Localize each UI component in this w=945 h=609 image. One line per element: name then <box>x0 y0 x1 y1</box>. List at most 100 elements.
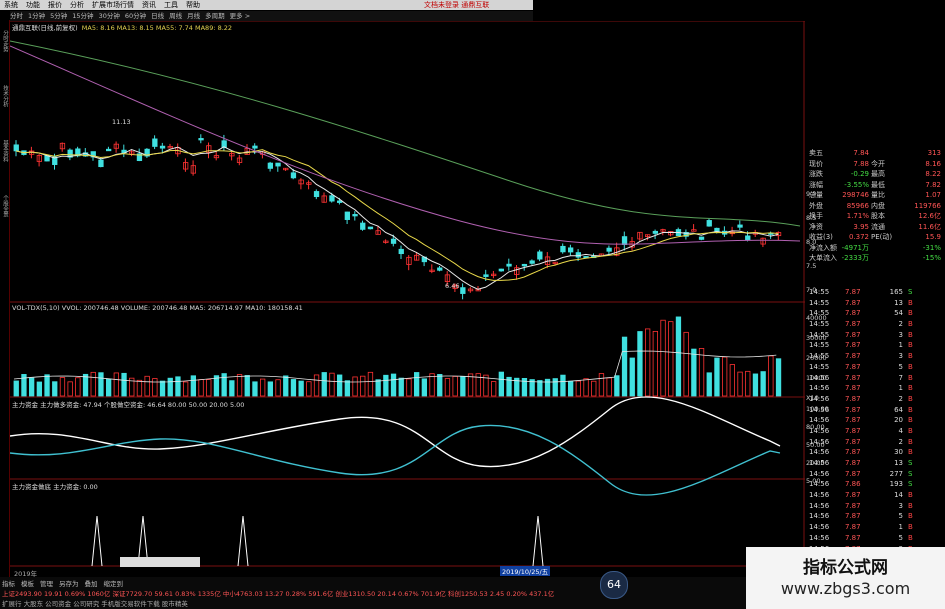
signal-label: 主力资金做底 主力资金: 0.00 <box>12 483 98 491</box>
tick-price: 7.87 <box>845 309 861 318</box>
timeframe-tab-7[interactable]: 周线 <box>169 12 182 20</box>
volume-bar <box>437 373 443 397</box>
volume-bar <box>452 376 458 397</box>
volume-bar <box>198 379 204 397</box>
left-tab-2[interactable]: 基本资料 <box>0 140 9 162</box>
tick-dir: B <box>908 341 913 350</box>
tick-time: 14:56 <box>809 501 830 510</box>
bottom-tab-5[interactable]: 缩定到 <box>104 580 124 588</box>
bottom-tab-1[interactable]: 模板 <box>21 580 34 588</box>
timeframe-tab-2[interactable]: 5分钟 <box>50 12 67 20</box>
candle <box>159 145 166 149</box>
volume-bar <box>583 378 589 397</box>
tick-list[interactable]: 14:55 7.87 165 S 14:55 7.87 13 B 14:55 7.87 54 B 14:… <box>805 287 945 576</box>
menu-item-4[interactable]: 扩展市场行情 <box>92 1 134 9</box>
candle <box>290 172 297 179</box>
volume-bar <box>152 378 158 397</box>
tick-price: 7.87 <box>845 448 861 457</box>
timeframe-tab-6[interactable]: 日线 <box>151 12 164 20</box>
volume-bar <box>568 380 574 397</box>
menu-item-0[interactable]: 系统 <box>4 1 18 9</box>
volume-bar <box>259 378 266 397</box>
chart-area[interactable] <box>10 21 805 577</box>
candle <box>460 287 466 294</box>
menu-item-3[interactable]: 分析 <box>70 1 84 9</box>
volume-bar <box>244 375 250 397</box>
timeframe-tab-3[interactable]: 15分钟 <box>72 12 93 20</box>
volume-bar <box>698 348 705 397</box>
tick-qty: 1 <box>898 341 903 350</box>
volume-bar <box>413 372 420 397</box>
bottom-tab-4[interactable]: 叠加 <box>85 580 98 588</box>
volume-bar <box>560 374 566 397</box>
quote-row: 净流入额 -4971万 -31% <box>805 243 945 254</box>
volume-bar <box>737 371 743 397</box>
volume-bar <box>722 356 728 397</box>
tick-dir: B <box>908 426 913 435</box>
timeframe-bar: 分时 1分钟 5分钟 15分钟 30分钟 60分钟 日线 周线 月线 多周期 更多 > <box>10 11 533 21</box>
volume-bar <box>144 375 150 397</box>
left-tab-0[interactable]: 分时走势 <box>0 30 9 52</box>
tick-row: 14:55 7.87 13 B <box>805 298 945 309</box>
drawing-toolstrip[interactable] <box>120 557 200 567</box>
speed-badge[interactable]: 64 <box>600 571 628 599</box>
timeframe-tab-1[interactable]: 1分钟 <box>28 12 45 20</box>
ma-line <box>10 45 801 245</box>
tick-row: 14:55 7.87 2 B <box>805 319 945 330</box>
timeframe-tab-10[interactable]: 更多 > <box>230 12 251 20</box>
quote-value2: 313 <box>927 149 941 157</box>
tick-qty: 20 <box>894 416 903 425</box>
quote-key: 大单流入 <box>809 254 837 262</box>
volume-bar <box>498 371 505 397</box>
quote-key2: 今开 <box>871 159 885 168</box>
quote-row: 涨跌 -0.29 最高 8.22 <box>805 169 945 180</box>
tick-time: 14:55 <box>809 309 830 318</box>
volume-bar <box>575 380 581 397</box>
bottom-tab-3[interactable]: 另存为 <box>59 580 79 588</box>
menu-item-7[interactable]: 帮助 <box>186 1 200 9</box>
menu-item-5[interactable]: 资讯 <box>142 1 156 9</box>
menu-item-2[interactable]: 报价 <box>48 1 62 9</box>
volume-bar <box>59 377 66 397</box>
quote-key: 净流入额 <box>809 243 837 252</box>
volume-bar <box>329 372 335 397</box>
timeframe-tab-9[interactable]: 多周期 <box>205 12 225 20</box>
bottom-tabs[interactable]: 指标 模板 管理 另存为 叠加 缩定到 <box>2 578 129 588</box>
tick-dir: B <box>908 384 913 393</box>
volume-bar <box>267 381 274 397</box>
quote-value: -3.55% <box>844 180 869 189</box>
candle <box>313 191 320 198</box>
bottom-tab-2[interactable]: 管理 <box>40 580 53 588</box>
tick-dir: B <box>908 352 913 361</box>
candle <box>698 236 705 240</box>
timeframe-tab-8[interactable]: 月线 <box>187 12 200 20</box>
left-tab-1[interactable]: 技术分析 <box>0 85 9 107</box>
volume-bar <box>36 381 43 397</box>
quote-panel: 卖五 7.84 313 现价 7.88 今开 8.16 涨跌 -0.29 最高 8.22 涨幅 -3.5… <box>805 148 945 264</box>
volume-bar <box>283 375 289 397</box>
tick-price: 7.87 <box>845 352 861 361</box>
tick-time: 14:56 <box>809 426 830 435</box>
candle <box>267 162 274 169</box>
volume-bar <box>159 380 166 397</box>
candle <box>360 222 366 230</box>
menu-item-6[interactable]: 工具 <box>164 1 178 9</box>
candle <box>252 145 258 149</box>
volume-bar <box>106 378 112 397</box>
signal-spike <box>91 515 103 567</box>
bottom-tab-0[interactable]: 指标 <box>2 580 15 588</box>
timeframe-tab-5[interactable]: 60分钟 <box>125 12 146 20</box>
tick-dir: S <box>908 459 913 467</box>
quote-key2: 最高 <box>871 170 885 178</box>
volume-bar <box>537 380 543 397</box>
timeframe-tab-0[interactable]: 分时 <box>10 12 23 20</box>
menu-item-1[interactable]: 功能 <box>26 1 40 9</box>
volume-bar <box>167 377 173 397</box>
timeframe-tab-4[interactable]: 30分钟 <box>99 12 120 20</box>
tick-time: 14:56 <box>809 373 830 382</box>
quote-value: 7.88 <box>853 159 869 168</box>
quote-row: 现价 7.88 今开 8.16 <box>805 159 945 170</box>
volume-bar <box>637 331 643 397</box>
volume-bar <box>298 380 304 397</box>
left-tab-3[interactable]: 个股全景 <box>0 195 9 217</box>
